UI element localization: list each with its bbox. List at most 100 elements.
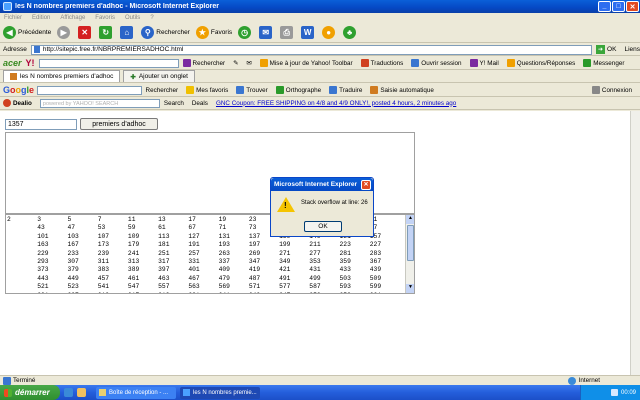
google-search-input[interactable] (37, 85, 142, 95)
refresh-icon: ↻ (99, 26, 113, 39)
tab-current-page[interactable]: les N nombres premiers d'adhoc (3, 70, 121, 82)
quicklaunch-folder-icon[interactable] (77, 388, 86, 397)
printer-icon: ⎙ (280, 26, 294, 39)
taskbar: démarrer Boîte de réception - ... les N … (0, 385, 640, 400)
quicklaunch-ie-icon[interactable] (64, 388, 73, 397)
output-scrollbar[interactable]: ▲ ▼ (405, 215, 414, 293)
search-button[interactable]: ⚲ Rechercher (141, 26, 190, 39)
maximize-button[interactable]: □ (612, 1, 625, 12)
yahoo-search-button[interactable]: Rechercher (182, 59, 225, 67)
google-search-button[interactable]: Rechercher (146, 87, 179, 94)
alert-dialog: Microsoft Internet Explorer ✕ ! Stack ov… (270, 177, 374, 237)
window-title-bar[interactable]: les N nombres premiers d'adhoc - Microso… (0, 0, 640, 13)
primes-row: 229 233 239 241 251 257 263 269 271 277 … (7, 249, 382, 257)
messenger-button[interactable]: ♣ (343, 26, 358, 39)
minimize-button[interactable]: _ (598, 1, 611, 12)
dialog-close-button[interactable]: ✕ (361, 179, 371, 190)
refresh-button[interactable]: ↻ (99, 26, 114, 39)
page-icon (33, 46, 40, 53)
menu-edit[interactable]: Edition (32, 15, 50, 21)
dialog-message: Stack overflow at line: 26 (301, 200, 368, 206)
settings-icon (591, 86, 600, 94)
menu-file[interactable]: Fichier (4, 15, 22, 21)
edit-button[interactable]: W (301, 26, 316, 39)
dealio-search-input[interactable]: powered by YAHOO! SEARCH (39, 98, 160, 108)
close-button[interactable]: ✕ (626, 1, 639, 12)
autofill-icon (370, 86, 379, 94)
scroll-up-icon[interactable]: ▲ (406, 215, 414, 224)
find-icon (236, 86, 245, 94)
star-icon: ★ (195, 26, 209, 39)
dealio-logo[interactable]: Dealio (3, 99, 32, 107)
links-button[interactable]: Liens (624, 46, 640, 53)
plus-icon: ✚ (130, 73, 136, 81)
status-bar: Terminé Internet (0, 375, 640, 385)
yahoo-mail-button[interactable]: Y! Mail (469, 59, 499, 67)
menu-view[interactable]: Affichage (60, 15, 85, 21)
go-arrow-icon: ➜ (596, 45, 606, 54)
tray-icon[interactable] (610, 389, 618, 396)
home-button[interactable]: ⌂ (120, 26, 135, 39)
mail-icon (469, 59, 478, 67)
google-bookmarks-button[interactable]: Mes favoris (186, 86, 228, 94)
dealio-coupon-link[interactable]: GNC Coupon: FREE SHIPPING on 4/8 and 4/9… (216, 100, 456, 107)
ie-icon (3, 2, 12, 11)
google-autofill-button[interactable]: Saisie automatique (370, 86, 434, 94)
dealio-search-button[interactable]: Search (164, 100, 184, 107)
primes-button[interactable]: premiers d'adhoc (80, 118, 158, 130)
google-translate-button[interactable]: Traduire (329, 86, 362, 94)
dialog-title-bar[interactable]: Microsoft Internet Explorer ✕ (271, 178, 373, 191)
forward-button[interactable]: ▶ (57, 26, 72, 39)
pencil-icon[interactable]: ✎ (233, 60, 238, 67)
user-icon (411, 59, 420, 67)
yahoo-update-button[interactable]: Mise à jour de Yahoo! Toolbar (259, 59, 353, 67)
system-tray: 00:09 (580, 385, 640, 400)
yahoo-qa-button[interactable]: Questions/Réponses (506, 59, 575, 67)
google-logo[interactable]: Google (3, 85, 34, 95)
scroll-down-icon[interactable]: ▼ (406, 284, 414, 293)
google-spelling-button[interactable]: Orthographe (275, 86, 321, 94)
history-icon: ◷ (238, 26, 252, 39)
scroll-thumb[interactable] (407, 225, 414, 261)
research-button[interactable]: ● (322, 26, 337, 39)
stop-button[interactable]: ✕ (78, 26, 93, 39)
page-scrollbar[interactable] (630, 111, 640, 375)
yahoo-logo-icon[interactable]: Y! (26, 58, 35, 68)
menu-tools[interactable]: Outils (125, 15, 140, 21)
edit-icon: W (301, 26, 315, 39)
google-connect-button[interactable]: Connexion (591, 86, 632, 94)
windows-logo-icon (4, 388, 12, 397)
stop-icon: ✕ (78, 26, 92, 39)
primes-row: 163 167 173 179 181 191 193 197 199 211 … (7, 241, 382, 249)
menu-favorites[interactable]: Favoris (95, 15, 115, 21)
standard-toolbar: ◀ Précédente ▶ ✕ ↻ ⌂ ⚲ Rechercher ★ Favo… (0, 23, 640, 43)
google-find-button[interactable]: Trouver (236, 86, 268, 94)
translate-icon (329, 86, 338, 94)
go-button[interactable]: ➜ OK (596, 45, 616, 54)
favorites-button[interactable]: ★ Favoris (195, 26, 232, 39)
tab-add[interactable]: ✚ Ajouter un onglet (123, 70, 195, 82)
dealio-toolbar: Dealio powered by YAHOO! SEARCH Search D… (0, 97, 640, 110)
mail-icon[interactable]: ✉ (246, 60, 251, 67)
mail-button[interactable]: ✉ (259, 26, 274, 39)
print-button[interactable]: ⎙ (280, 26, 295, 39)
menu-help[interactable]: ? (150, 15, 153, 21)
history-button[interactable]: ◷ (238, 26, 253, 39)
yahoo-open-session-button[interactable]: Ouvrir session (411, 59, 462, 67)
task-inbox[interactable]: Boîte de réception - ... (96, 386, 176, 399)
start-button[interactable]: démarrer (0, 385, 60, 400)
yahoo-translations-button[interactable]: Traductions (360, 59, 403, 67)
primes-row: 293 307 311 313 317 331 337 347 349 353 … (7, 258, 382, 266)
yahoo-messenger-button[interactable]: Messenger (583, 59, 624, 67)
mail-icon (99, 389, 106, 396)
count-input[interactable]: 1357 (5, 119, 77, 130)
dealio-deals-button[interactable]: Deals (192, 100, 208, 107)
task-browser[interactable]: les N nombres premie... (180, 386, 260, 399)
yahoo-search-input[interactable] (38, 58, 179, 68)
star-icon (186, 86, 195, 94)
home-icon: ⌂ (120, 26, 134, 39)
window-title: les N nombres premiers d'adhoc - Microso… (15, 3, 219, 10)
back-button[interactable]: ◀ Précédente (3, 26, 51, 39)
address-input[interactable]: http://sitepic.free.fr/NBRPREMIERSADHOC.… (30, 44, 593, 55)
ok-button[interactable]: OK (304, 221, 342, 232)
